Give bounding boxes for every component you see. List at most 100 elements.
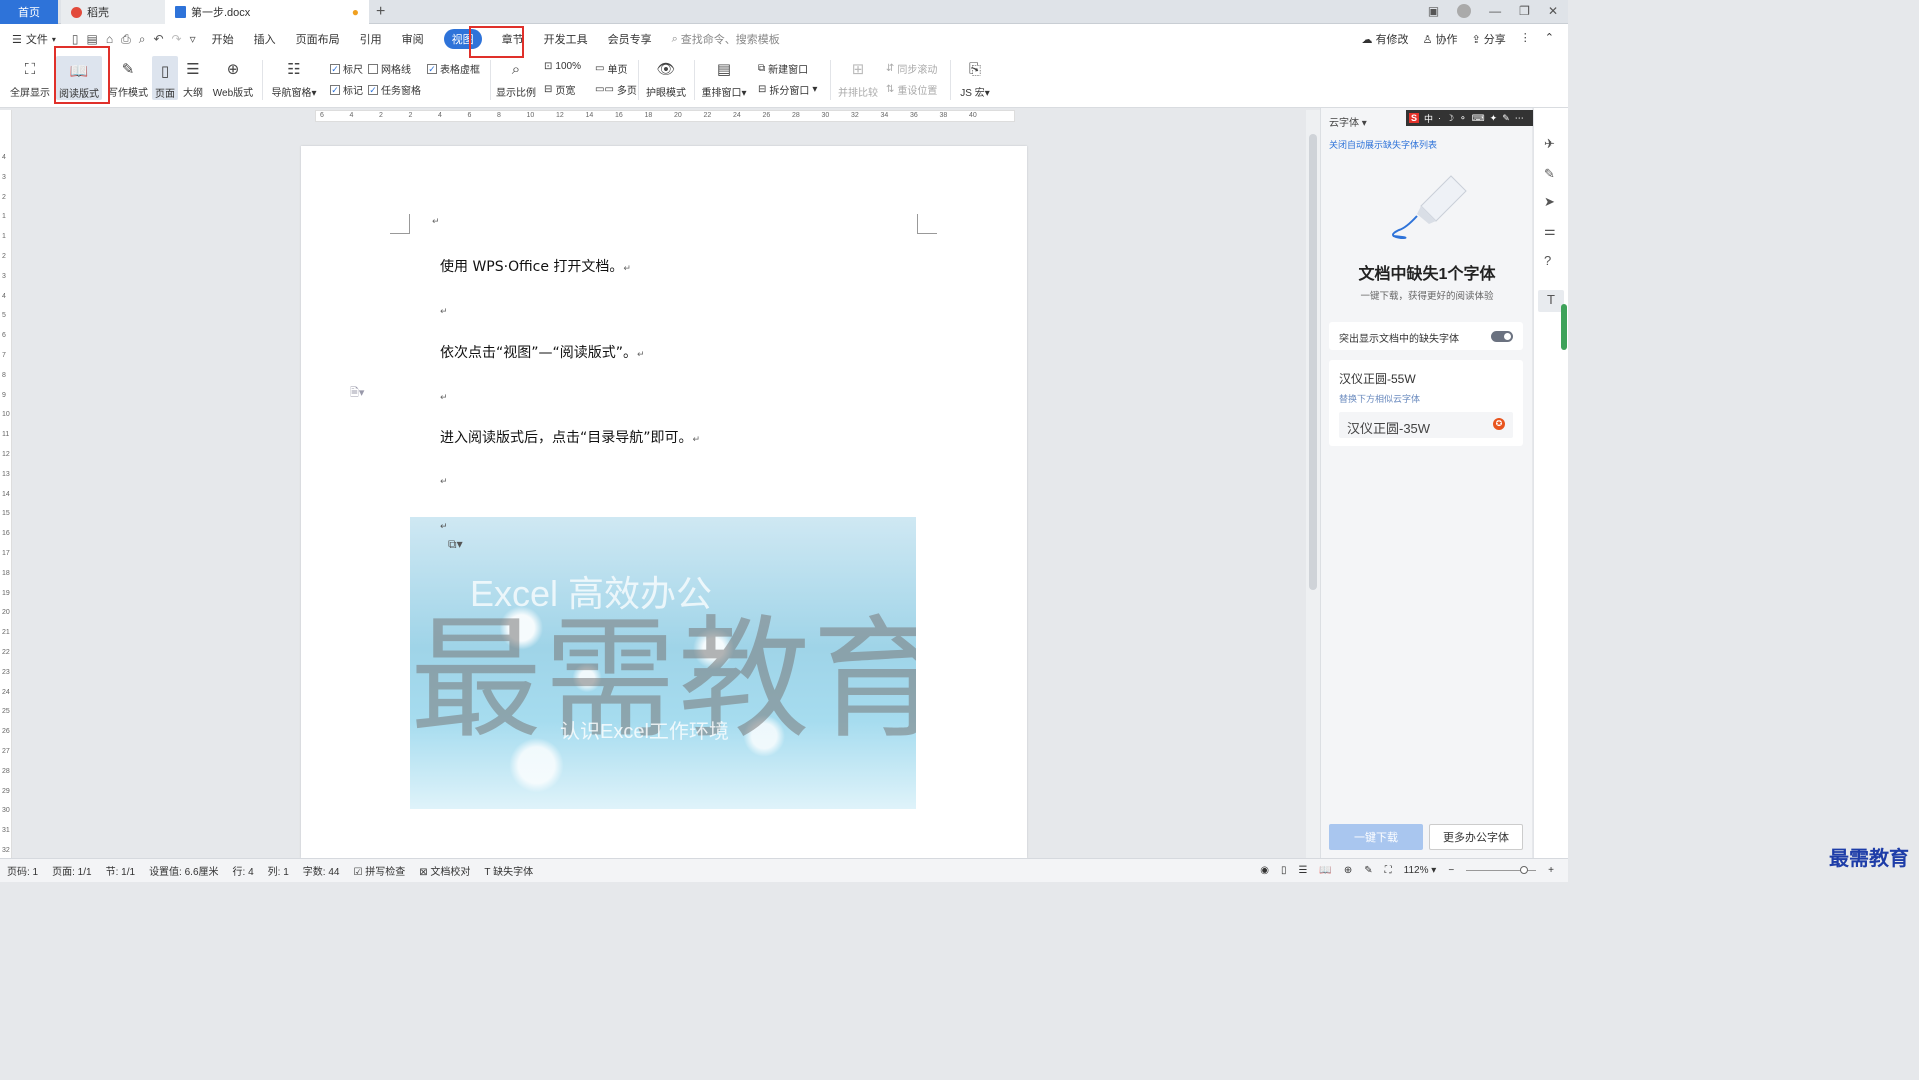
command-search[interactable]: ⌕ 查找命令、搜索模板: [662, 24, 790, 54]
zoom-slider-thumb[interactable]: [1520, 866, 1529, 874]
zoom-100-button[interactable]: ⊡ 100%: [544, 61, 581, 72]
panel-title[interactable]: 云字体 ▾: [1329, 114, 1367, 129]
eye-protect-icon[interactable]: ◉: [1260, 865, 1269, 876]
menu-start[interactable]: 开始: [202, 24, 244, 54]
download-all-button[interactable]: 一键下载: [1329, 824, 1423, 850]
paragraph-2[interactable]: 依次点击“视图”—“阅读版式”。↵: [440, 342, 645, 362]
zoom-in-icon[interactable]: +: [1548, 865, 1554, 876]
avatar[interactable]: [1457, 4, 1472, 18]
markup-checkbox[interactable]: ✓ 标记: [330, 82, 363, 97]
zoom-ratio-button[interactable]: ⌕ 显示比例: [496, 54, 536, 100]
side-by-side-button[interactable]: ⊞ 并排比较: [836, 54, 880, 99]
save-icon[interactable]: ▤: [87, 32, 98, 47]
new-doc-icon[interactable]: ▯: [72, 32, 79, 47]
table-gridlines-checkbox[interactable]: ✓ 表格虚框: [427, 61, 480, 76]
js-macro-button[interactable]: ⎘ JS 宏▾: [956, 54, 994, 100]
read-view-icon[interactable]: 📖: [1319, 865, 1331, 876]
customize-icon[interactable]: ▿: [190, 32, 196, 47]
ruler-checkbox[interactable]: ✓ 标尺: [330, 61, 363, 76]
revisions-button[interactable]: ☁ 有修改: [1362, 31, 1409, 47]
scrollbar-thumb[interactable]: [1309, 134, 1317, 590]
write-view-icon[interactable]: ✎: [1364, 865, 1372, 876]
outline-button[interactable]: ☰ 大纲: [180, 54, 206, 99]
sliders-icon[interactable]: ⚌: [1544, 223, 1556, 239]
status-page[interactable]: 页码: 1: [0, 863, 45, 878]
tab-document[interactable]: 第一步.docx ●: [165, 0, 369, 24]
replace-font-option[interactable]: 汉仪正圆-35W ✪: [1339, 412, 1513, 438]
document-page[interactable]: ↵ 使用 WPS·Office 打开文档。↵ ↵ 依次点击“视图”—“阅读版式”…: [301, 146, 1027, 858]
tab-home[interactable]: 首页: [0, 0, 58, 24]
missing-font-status[interactable]: T 缺失字体: [477, 863, 540, 878]
share-button[interactable]: ⇪ 分享: [1472, 31, 1506, 47]
ime-more-icon[interactable]: ⋯: [1515, 113, 1524, 124]
print-preview-icon[interactable]: ⌕: [139, 32, 146, 47]
minimize-button[interactable]: —: [1489, 4, 1501, 18]
single-page-button[interactable]: ▭ 单页: [595, 61, 627, 76]
highlight-missing-toggle[interactable]: [1491, 331, 1513, 342]
page-width-button[interactable]: ⊟ 页宽: [544, 82, 575, 97]
write-mode-button[interactable]: ✎ 写作模式: [106, 54, 150, 99]
task-pane-checkbox[interactable]: ✓ 任务窗格: [368, 82, 421, 97]
eye-mode-button[interactable]: 👁 护眼模式: [644, 54, 688, 99]
nav-pane-button[interactable]: ☷ 导航窗格▾: [270, 54, 318, 99]
format-painter-icon[interactable]: ⌂: [106, 32, 113, 47]
fit-page-icon[interactable]: ⛶: [1385, 865, 1392, 876]
cursor-select-icon[interactable]: ➤: [1544, 194, 1555, 210]
menu-member[interactable]: 会员专享: [598, 24, 662, 54]
status-section[interactable]: 节: 1/1: [99, 863, 142, 878]
reset-position-button[interactable]: ⇅ 重设位置: [886, 82, 937, 97]
collaborate-button[interactable]: ♙ 协作: [1423, 31, 1458, 47]
zoom-slider[interactable]: [1466, 866, 1537, 874]
paragraph-3[interactable]: 进入阅读版式后，点击“目录导航”即可。↵: [440, 427, 700, 447]
ime-keyboard-icon[interactable]: ⌨: [1472, 113, 1485, 124]
status-row[interactable]: 行: 4: [226, 863, 261, 878]
status-col[interactable]: 列: 1: [261, 863, 296, 878]
collapse-ribbon-icon[interactable]: ⌃: [1545, 31, 1554, 47]
panel-scroll-indicator[interactable]: [1561, 304, 1567, 350]
sync-scroll-button[interactable]: ⇵ 同步滚动: [886, 61, 937, 76]
rearrange-window-button[interactable]: ▤ 重排窗口▾: [700, 54, 748, 99]
gridline-checkbox[interactable]: 网格线: [368, 61, 411, 76]
horizontal-ruler[interactable]: 6 4 2 2 4 6 8 10 12 14 16 18 20 22 24 26 28 30 32 34 36 38 40: [315, 110, 1015, 122]
close-button[interactable]: ✕: [1548, 4, 1558, 18]
tab-daoke[interactable]: 稻壳: [61, 0, 165, 24]
close-auto-list-link[interactable]: 关闭自动展示缺失字体列表: [1329, 138, 1437, 151]
image-layout-icon[interactable]: ⧉▾: [448, 537, 463, 552]
redo-icon[interactable]: ↷: [172, 32, 182, 47]
menu-insert[interactable]: 插入: [244, 24, 286, 54]
status-words[interactable]: 字数: 44: [296, 863, 347, 878]
outline-view-icon[interactable]: ☰: [1298, 865, 1307, 876]
page-view-icon[interactable]: ▯: [1281, 865, 1287, 876]
menu-review[interactable]: 审阅: [392, 24, 434, 54]
zoom-out-icon[interactable]: −: [1448, 865, 1454, 876]
status-setting[interactable]: 设置值: 6.6厘米: [142, 863, 225, 878]
split-window-button[interactable]: ⊟ 拆分窗口 ▾: [758, 82, 817, 97]
ime-moon-icon[interactable]: ☽: [1446, 113, 1454, 124]
web-layout-button[interactable]: ⊕ Web版式: [210, 54, 256, 99]
rocket-icon[interactable]: ✈: [1544, 136, 1555, 152]
doc-proof-button[interactable]: ⊠ 文档校对: [412, 863, 477, 878]
fullscreen-button[interactable]: ⛶ 全屏显示: [8, 54, 52, 100]
more-icon[interactable]: ⋮: [1520, 31, 1531, 47]
layout-icon[interactable]: ▣: [1428, 4, 1439, 18]
menu-page-layout[interactable]: 页面布局: [286, 24, 350, 54]
paste-options-icon[interactable]: 🗎▾: [350, 384, 364, 403]
ime-chinese-mode[interactable]: 中: [1424, 112, 1433, 125]
help-icon[interactable]: ?: [1544, 253, 1551, 268]
embedded-image[interactable]: ↵ ⧉▾ Excel 高效办公 最需教育 认识Excel工作环境: [410, 517, 916, 809]
web-view-icon[interactable]: ⊕: [1344, 865, 1352, 876]
more-fonts-button[interactable]: 更多办公字体: [1429, 824, 1523, 850]
spell-check-button[interactable]: ☑ 拼写检查: [346, 863, 412, 878]
paragraph-1[interactable]: 使用 WPS·Office 打开文档。↵: [440, 256, 631, 276]
menu-reference[interactable]: 引用: [350, 24, 392, 54]
add-tab-button[interactable]: +: [376, 3, 385, 21]
ime-skin-icon[interactable]: ✦: [1490, 113, 1498, 124]
multi-page-button[interactable]: ▭▭ 多页: [595, 82, 637, 97]
menu-developer[interactable]: 开发工具: [534, 24, 598, 54]
zoom-level[interactable]: 112% ▾: [1404, 865, 1437, 876]
status-pages[interactable]: 页面: 1/1: [45, 863, 98, 878]
new-window-button[interactable]: ⧉ 新建窗口: [758, 61, 808, 76]
ime-voice-icon[interactable]: ⚬: [1459, 113, 1467, 124]
vertical-ruler[interactable]: 4 3 2 1 1 2 3 4 5 6 7 8 9 10 11 12 13 14 15 16 17 18 19 20 21 22 2…: [0, 110, 12, 858]
pen-edit-icon[interactable]: ✎: [1544, 166, 1555, 182]
